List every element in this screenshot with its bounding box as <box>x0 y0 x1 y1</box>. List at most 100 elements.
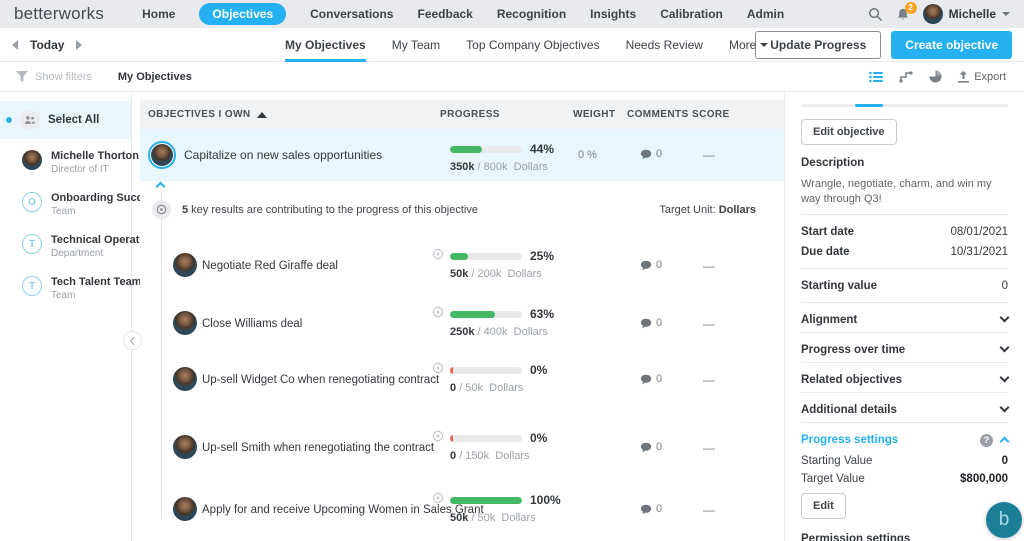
comments-cell[interactable]: 0 <box>640 259 662 271</box>
chevron-down-icon <box>1000 313 1010 323</box>
sidebar-item-michelle-thorton[interactable]: Michelle Thorton Director of IT <box>0 139 131 181</box>
nav-item-insights[interactable]: Insights <box>590 7 636 21</box>
key-result-title[interactable]: Apply for and receive Upcoming Women in … <box>202 504 492 516</box>
tab-my-team[interactable]: My Team <box>392 28 440 62</box>
comments-cell[interactable]: 0 <box>640 317 662 329</box>
owner-name: Technical Operati... <box>51 234 152 247</box>
create-objective-button[interactable]: Create objective <box>891 31 1012 59</box>
progress-bar <box>450 367 522 374</box>
nav-item-conversations[interactable]: Conversations <box>310 7 393 21</box>
pie-chart-view-icon[interactable] <box>929 70 942 83</box>
objective-owner-avatar <box>148 141 176 169</box>
sidebar-item-select-all[interactable]: Select All <box>0 101 131 139</box>
nav-item-feedback[interactable]: Feedback <box>417 7 472 21</box>
key-result-target-icon <box>152 200 171 219</box>
scrollbar-thumb[interactable] <box>855 104 883 107</box>
date-label[interactable]: Today <box>30 38 64 52</box>
key-result-row[interactable]: Up-sell Smith when renegotiating the con… <box>140 418 784 476</box>
previous-period-arrow-icon[interactable] <box>12 40 18 50</box>
nav-item-calibration[interactable]: Calibration <box>660 7 723 21</box>
selected-indicator-dot <box>6 117 12 123</box>
progress-bar <box>450 435 522 442</box>
update-progress-button[interactable]: Update Progress <box>755 31 881 59</box>
divider <box>801 422 1008 423</box>
column-header-progress[interactable]: PROGRESS <box>440 109 500 120</box>
chevron-down-icon <box>1000 343 1010 353</box>
comment-count: 0 <box>656 441 662 453</box>
comment-bubble-icon <box>640 504 652 515</box>
panel-tab-scrollbar[interactable] <box>801 104 1008 107</box>
sidebar-item-technical-operations[interactable]: T Technical Operati... Department <box>0 223 131 265</box>
comments-cell[interactable]: 0 <box>640 148 662 160</box>
nav-item-recognition[interactable]: Recognition <box>497 7 566 21</box>
column-header-comments[interactable]: COMMENTS <box>627 109 689 120</box>
filter-context-label[interactable]: My Objectives <box>118 71 192 83</box>
nav-item-home[interactable]: Home <box>142 7 175 21</box>
top-nav-items: Home Objectives Conversations Feedback R… <box>142 3 784 25</box>
section-additional-details[interactable]: Additional details <box>801 404 1008 416</box>
divider <box>801 362 1008 363</box>
betterworks-logo[interactable]: betterworks <box>14 4 104 24</box>
sidebar-item-tech-talent-team[interactable]: T Tech Talent Team Team <box>0 265 131 307</box>
column-header-weight[interactable]: WEIGHT <box>573 109 615 120</box>
list-view-icon[interactable] <box>869 71 883 83</box>
objective-title[interactable]: Capitalize on new sales opportunities <box>184 148 382 162</box>
section-alignment[interactable]: Alignment <box>801 314 1008 326</box>
comment-bubble-icon <box>640 318 652 329</box>
nav-item-objectives[interactable]: Objectives <box>199 3 286 25</box>
key-result-row[interactable]: Up-sell Widget Co when renegotiating con… <box>140 350 784 408</box>
sidebar-item-onboarding-success[interactable]: O Onboarding Succ... Team <box>0 181 131 223</box>
next-period-arrow-icon[interactable] <box>76 40 82 50</box>
section-progress-settings[interactable]: Progress settings ? <box>801 434 1008 447</box>
comment-bubble-icon <box>640 260 652 271</box>
help-icon[interactable]: ? <box>980 434 993 447</box>
column-header-objectives-i-own[interactable]: OBJECTIVES I OWN <box>148 109 267 120</box>
tab-needs-review[interactable]: Needs Review <box>626 28 703 62</box>
key-result-row[interactable]: Close Williams deal 63% 250k / 400k Doll… <box>140 294 784 352</box>
key-result-row[interactable]: Negotiate Red Giraffe deal 25% 50k / 200… <box>140 236 784 294</box>
show-filters-button[interactable]: Show filters <box>16 71 92 83</box>
objective-row[interactable]: Capitalize on new sales opportunities 44… <box>140 129 784 181</box>
key-result-title[interactable]: Up-sell Widget Co when renegotiating con… <box>202 374 447 386</box>
progress-percent: 25% <box>530 249 554 263</box>
tree-view-icon[interactable] <box>899 71 913 83</box>
tab-top-company-objectives[interactable]: Top Company Objectives <box>466 28 599 62</box>
filter-bar: Show filters My Objectives Export <box>0 62 1024 92</box>
section-progress-over-time[interactable]: Progress over time <box>801 344 1008 356</box>
owner-name: Tech Talent Team <box>51 276 141 289</box>
comment-count: 0 <box>656 259 662 271</box>
team-initial-icon: O <box>22 192 42 212</box>
export-button[interactable]: Export <box>958 71 1006 83</box>
comments-cell[interactable]: 0 <box>640 373 662 385</box>
notification-count-badge: 2 <box>905 2 917 14</box>
nav-item-admin[interactable]: Admin <box>747 7 784 21</box>
section-related-objectives[interactable]: Related objectives <box>801 374 1008 386</box>
objectives-toolbar: Today My Objectives My Team Top Company … <box>0 28 1024 62</box>
tab-my-objectives[interactable]: My Objectives <box>285 28 366 62</box>
column-header-score[interactable]: SCORE <box>692 109 730 120</box>
progress-percent: 100% <box>530 493 561 507</box>
ps-starting-value: 0 <box>1002 455 1008 467</box>
edit-progress-settings-button[interactable]: Edit <box>801 493 846 519</box>
progress-values: 0 / 50k Dollars <box>450 382 547 394</box>
divider <box>801 302 1008 303</box>
user-menu[interactable]: Michelle <box>923 4 1010 24</box>
divider <box>801 268 1008 269</box>
sidebar-item-label: Select All <box>48 114 99 126</box>
comment-count: 0 <box>656 148 662 160</box>
betterworks-chat-fab[interactable]: b <box>986 502 1022 538</box>
sidebar-collapse-button[interactable] <box>123 331 142 350</box>
key-result-title[interactable]: Negotiate Red Giraffe deal <box>202 260 346 272</box>
search-icon[interactable] <box>868 7 883 22</box>
progress-bar <box>450 253 522 260</box>
key-result-title[interactable]: Close Williams deal <box>202 318 310 330</box>
edit-objective-button[interactable]: Edit objective <box>801 119 897 145</box>
key-result-row[interactable]: Apply for and receive Upcoming Women in … <box>140 480 784 538</box>
avatar <box>22 150 42 170</box>
notifications-bell-icon[interactable]: 2 <box>896 7 910 22</box>
comments-cell[interactable]: 0 <box>640 441 662 453</box>
comments-cell[interactable]: 0 <box>640 503 662 515</box>
key-result-title[interactable]: Up-sell Smith when renegotiating the con… <box>202 442 442 454</box>
comment-bubble-icon <box>640 374 652 385</box>
tab-more[interactable]: More <box>729 28 768 62</box>
